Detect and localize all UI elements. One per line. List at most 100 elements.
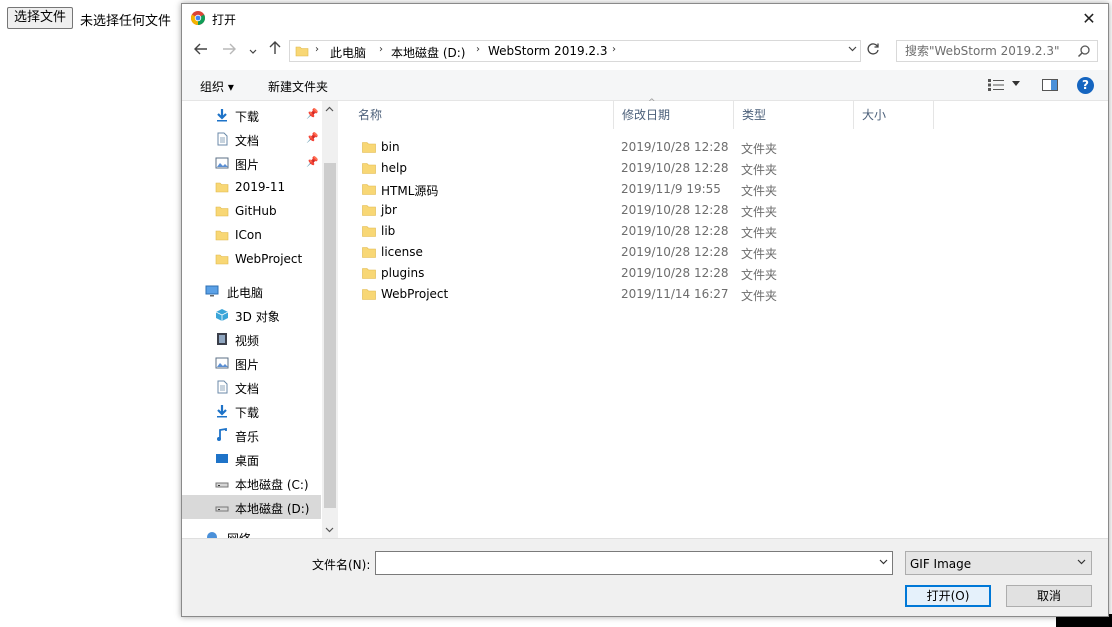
chevron-down-icon	[249, 49, 257, 54]
arrow-up-icon	[269, 41, 281, 54]
file-type: 文件夹	[741, 247, 778, 261]
nav-item-quick-6[interactable]: WebProject	[182, 247, 321, 271]
scroll-up-arrow[interactable]	[325, 105, 334, 115]
nav-item-pc-2[interactable]: 图片	[182, 351, 321, 375]
file-date: 2019/10/28 12:28	[621, 140, 729, 154]
file-row[interactable]: bin 2019/10/28 12:28 文件夹	[350, 137, 940, 158]
document-icon	[217, 380, 228, 394]
file-name: license	[381, 245, 423, 259]
choose-file-button[interactable]: 选择文件	[7, 7, 74, 29]
nav-item-pc-7[interactable]: 本地磁盘 (C:)	[182, 471, 321, 495]
back-button[interactable]	[192, 41, 210, 61]
scroll-down-arrow[interactable]	[325, 526, 334, 536]
organize-button[interactable]: 组织 ▾	[200, 78, 234, 95]
open-file-dialog: 打开 ✕ › 此电脑 › 本地磁盘 (D:) › WebStorm 2019.2…	[181, 3, 1109, 617]
column-size[interactable]: 大小	[854, 101, 934, 129]
address-dropdown[interactable]	[848, 44, 857, 55]
breadcrumb-webstorm[interactable]: WebStorm 2019.2.3	[488, 44, 608, 58]
nav-item-pc-5[interactable]: 音乐	[182, 423, 321, 447]
filetype-select[interactable]: GIF Image	[905, 551, 1092, 575]
filename-input[interactable]	[380, 555, 860, 571]
recent-locations-button[interactable]	[244, 41, 262, 61]
arrow-left-icon	[194, 43, 207, 55]
file-name: HTML源码	[381, 184, 439, 198]
file-name: lib	[381, 224, 396, 238]
file-date: 2019/10/28 12:28	[621, 224, 729, 238]
search-input[interactable]	[905, 44, 1075, 58]
nav-item-quick-0[interactable]: 下载 📌	[182, 103, 321, 127]
filename-combo[interactable]	[375, 551, 893, 575]
file-row[interactable]: license 2019/10/28 12:28 文件夹	[350, 242, 940, 263]
nav-item-quick-5[interactable]: ICon	[182, 223, 321, 247]
nav-item-pc-6[interactable]: 桌面	[182, 447, 321, 471]
refresh-button[interactable]	[866, 42, 880, 60]
filetype-value: GIF Image	[910, 557, 972, 571]
column-type[interactable]: 类型	[734, 101, 854, 129]
file-name: WebProject	[381, 287, 449, 301]
nav-item-pc-0[interactable]: 3D 对象	[182, 303, 321, 327]
open-button[interactable]: 打开(O)	[905, 585, 991, 607]
computer-icon	[205, 285, 219, 297]
help-icon[interactable]: ?	[1077, 77, 1094, 94]
file-row[interactable]: lib 2019/10/28 12:28 文件夹	[350, 221, 940, 242]
breadcrumb-drive-d[interactable]: 本地磁盘 (D:)	[391, 44, 465, 61]
file-row[interactable]: help 2019/10/28 12:28 文件夹	[350, 158, 940, 179]
nav-item-pc-3[interactable]: 文档	[182, 375, 321, 399]
folder-icon	[362, 205, 376, 216]
nav-item-quick-1[interactable]: 文档 📌	[182, 127, 321, 151]
file-status-text: 未选择任何文件	[80, 14, 172, 29]
search-box[interactable]	[896, 40, 1098, 62]
nav-item-label: GitHub	[235, 204, 277, 218]
scroll-thumb[interactable]	[324, 163, 336, 508]
video-icon	[217, 333, 227, 345]
breadcrumb-this-pc[interactable]: 此电脑	[330, 44, 366, 61]
chevron-down-icon	[325, 527, 334, 533]
command-toolbar: 组织 ▾ 新建文件夹 ?	[182, 70, 1108, 101]
file-date: 2019/10/28 12:28	[621, 203, 729, 217]
file-name: jbr	[381, 203, 397, 217]
file-date: 2019/11/14 16:27	[621, 287, 729, 301]
desktop-icon	[216, 454, 228, 463]
nav-item-pc-1[interactable]: 视频	[182, 327, 321, 351]
nav-scrollbar[interactable]	[322, 101, 338, 538]
column-size-label: 大小	[862, 108, 887, 122]
file-row[interactable]: jbr 2019/10/28 12:28 文件夹	[350, 200, 940, 221]
search-icon	[1077, 45, 1090, 58]
filetype-dropdown[interactable]	[1077, 558, 1086, 568]
file-type: 文件夹	[741, 184, 778, 198]
folder-icon	[362, 142, 376, 153]
cancel-button[interactable]: 取消	[1006, 585, 1092, 607]
nav-item-network[interactable]: 网络	[182, 525, 321, 538]
network-icon	[207, 532, 217, 538]
nav-item-pc-8[interactable]: 本地磁盘 (D:)	[182, 495, 321, 519]
file-name: bin	[381, 140, 400, 154]
filename-dropdown[interactable]	[879, 558, 888, 568]
nav-item-this-pc[interactable]: 此电脑	[182, 279, 321, 303]
folder-icon	[362, 247, 376, 258]
file-row[interactable]: HTML源码 2019/11/9 19:55 文件夹	[350, 179, 940, 200]
view-options-icon[interactable]	[988, 79, 1004, 91]
new-folder-button[interactable]: 新建文件夹	[268, 78, 328, 95]
nav-item-quick-3[interactable]: 2019-11	[182, 175, 321, 199]
file-date: 2019/11/9 19:55	[621, 182, 721, 196]
up-button[interactable]	[266, 41, 284, 61]
view-dropdown[interactable]	[1012, 79, 1020, 89]
nav-item-label: 视频	[235, 334, 260, 348]
column-type-label: 类型	[742, 108, 767, 122]
column-date[interactable]: 修改日期	[614, 101, 734, 129]
nav-item-pc-4[interactable]: 下载	[182, 399, 321, 423]
file-row[interactable]: WebProject 2019/11/14 16:27 文件夹	[350, 284, 940, 305]
drive-icon	[215, 482, 229, 488]
column-name[interactable]: 名称	[350, 101, 614, 129]
column-date-label: 修改日期	[622, 108, 671, 122]
folder-icon	[295, 46, 309, 57]
preview-pane-icon[interactable]	[1042, 79, 1058, 91]
nav-item-quick-2[interactable]: 图片 📌	[182, 151, 321, 175]
file-row[interactable]: plugins 2019/10/28 12:28 文件夹	[350, 263, 940, 284]
file-type: 文件夹	[741, 205, 778, 219]
nav-item-quick-4[interactable]: GitHub	[182, 199, 321, 223]
pin-icon: 📌	[306, 133, 319, 144]
address-bar[interactable]: › 此电脑 › 本地磁盘 (D:) › WebStorm 2019.2.3 ›	[289, 40, 861, 62]
close-button[interactable]: ✕	[1076, 6, 1102, 32]
forward-button[interactable]	[220, 41, 238, 61]
